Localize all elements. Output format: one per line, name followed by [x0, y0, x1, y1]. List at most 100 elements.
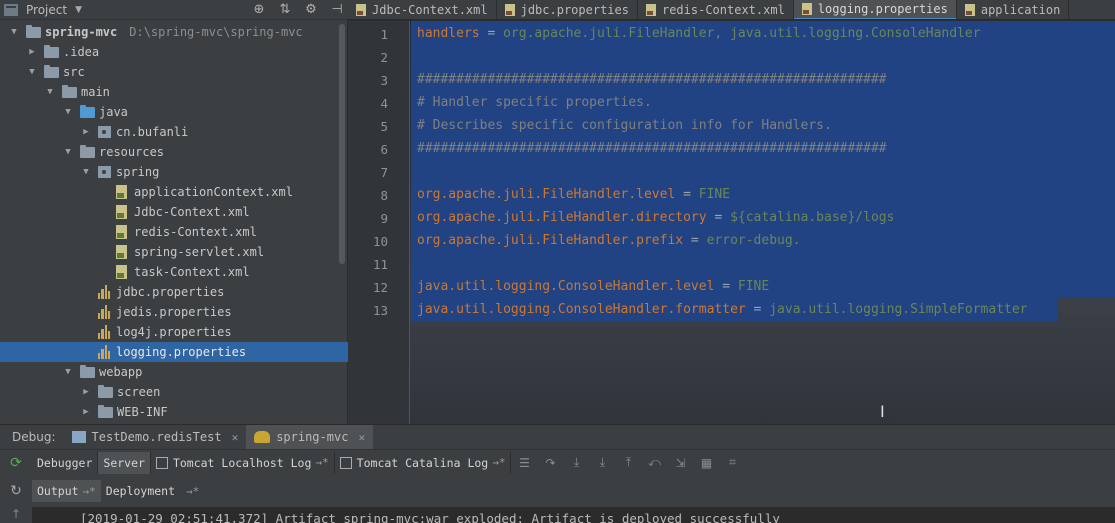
tree-item[interactable]: ▶applicationContext.xml [0, 182, 348, 202]
line-number: 4 [380, 96, 388, 111]
deployment-tab[interactable]: Deployment →* [101, 484, 204, 498]
icon-bar [98, 353, 101, 359]
icon-bar [107, 311, 110, 319]
tree-item-label: jdbc.properties [116, 285, 225, 299]
output-tab[interactable]: Output →* [32, 480, 101, 502]
tree-item-label: task-Context.xml [134, 265, 250, 279]
collapse-all-icon[interactable]: ⇅ [278, 3, 292, 17]
rerun-icon[interactable]: ⟳ [0, 455, 32, 471]
code-token-eq: = [745, 302, 770, 317]
scroll-from-source-icon[interactable]: ⊕ [252, 3, 266, 17]
console-output: [2019-01-29 02:51:41,372] Artifact sprin… [32, 507, 1115, 523]
code-line: org.apache.juli.FileHandler.prefix = err… [417, 233, 801, 248]
editor-tab[interactable]: application [957, 0, 1070, 19]
tree-item[interactable]: ▶jdbc.properties [0, 282, 348, 302]
xml-file-icon [116, 265, 127, 279]
deployment-tab-label: Deployment [105, 484, 176, 498]
expand-arrow-icon[interactable]: ▼ [44, 87, 56, 97]
code-token-val: error-debug. [706, 233, 801, 248]
expand-arrow-icon[interactable]: ▼ [26, 67, 38, 77]
project-tree-scrollbar[interactable] [339, 24, 345, 264]
tree-item[interactable]: ▶ cn.bufanli [0, 122, 348, 142]
tree-item[interactable]: ▶ WEB-INF [0, 402, 348, 422]
collapse-arrow-icon[interactable]: ▶ [80, 407, 92, 417]
code-token-key: org.apache.juli.FileHandler.level [417, 187, 676, 202]
editor-tab-label: jdbc.properties [520, 3, 629, 17]
hide-panel-icon[interactable]: ⊣ [330, 3, 344, 17]
debugger-tab[interactable]: Debugger [32, 451, 99, 474]
collapse-arrow-icon[interactable]: ▶ [26, 47, 38, 57]
refresh-icon[interactable]: ↻ [0, 483, 32, 499]
tree-item[interactable]: ▶ .idea [0, 42, 348, 62]
tree-item[interactable]: ▶task-Context.xml [0, 262, 348, 282]
code-line: # Describes specific configuration info … [417, 118, 832, 133]
menu-lines-icon[interactable]: ☰ [511, 456, 537, 470]
tree-item-label: screen [117, 385, 161, 399]
debug-session-tab[interactable]: spring-mvc ✕ [246, 425, 374, 449]
editor-tab-label: redis-Context.xml [661, 3, 785, 17]
collapse-arrow-icon[interactable]: ▶ [80, 387, 92, 397]
debug-session-tab-label: TestDemo.redisTest [91, 430, 222, 444]
log-file-icon [155, 456, 168, 469]
tree-item[interactable]: ▶ screen [0, 382, 348, 402]
expand-arrow-icon[interactable]: ▼ [62, 367, 74, 377]
editor-tab[interactable]: redis-Context.xml [638, 0, 794, 19]
tree-item[interactable]: ▼ main [0, 82, 348, 102]
tab-arrows: →* [185, 485, 200, 498]
tomcat-catalina-log-label: Tomcat Catalina Log [356, 455, 489, 470]
icon-bar [98, 313, 101, 319]
editor-tab[interactable]: jdbc.properties [497, 0, 638, 19]
tomcat-catalina-log-tab[interactable]: Tomcat Catalina Log →* [335, 451, 512, 474]
tree-item-label: jedis.properties [116, 305, 232, 319]
project-view-selector[interactable]: Project ▼ [0, 0, 82, 20]
tree-item[interactable]: ▼ resources [0, 142, 348, 162]
close-icon[interactable]: ✕ [358, 431, 365, 444]
debug-session-tab[interactable]: TestDemo.redisTest ✕ [64, 425, 247, 449]
trace-icon[interactable]: ⌗ [719, 455, 745, 470]
code-editor[interactable]: 1 2 3 4 5 6 7 8 9 10 11 12 13 I handlers = org.apach… [348, 21, 1115, 424]
scroll-up-icon[interactable]: ↑ [0, 507, 32, 523]
step-out-icon[interactable]: ⤒ [615, 455, 641, 470]
tree-item[interactable]: ▼ webapp [0, 362, 348, 382]
tree-item-label: cn.bufanli [116, 125, 189, 139]
expand-arrow-icon[interactable]: ▼ [62, 107, 74, 117]
tree-item[interactable]: ▼ spring-mvc D:\spring-mvc\spring-mvc [0, 22, 348, 42]
icon-bar [107, 291, 110, 299]
tree-item[interactable]: ▶logging.properties [0, 342, 348, 362]
tree-item[interactable]: ▶log4j.properties [0, 322, 348, 342]
step-into-icon[interactable]: ⤓ [563, 455, 589, 470]
expand-arrow-icon[interactable]: ▼ [62, 147, 74, 157]
tree-item[interactable]: ▶spring-servlet.xml [0, 242, 348, 262]
tree-item[interactable]: ▶redis-Context.xml [0, 222, 348, 242]
package-icon [98, 166, 111, 178]
editor-tab[interactable]: Jdbc-Context.xml [348, 0, 497, 19]
tree-item[interactable]: ▼ spring [0, 162, 348, 182]
gear-icon[interactable]: ⚙ [304, 3, 318, 17]
line-number: 7 [380, 165, 388, 180]
icon-bar [101, 309, 104, 319]
tomcat-localhost-log-tab[interactable]: Tomcat Localhost Log →* [151, 451, 335, 474]
resource-folder-icon [80, 144, 95, 158]
tree-item-label: applicationContext.xml [134, 185, 293, 199]
force-step-into-icon[interactable]: ⤓ [589, 455, 615, 470]
tree-item[interactable]: ▶jedis.properties [0, 302, 348, 322]
drop-frame-icon[interactable]: ⤺ [641, 455, 667, 470]
code-token-key: org.apache.juli.FileHandler.prefix [417, 233, 684, 248]
tree-item-label: .idea [63, 45, 100, 59]
step-over-icon[interactable]: ↷ [537, 456, 563, 470]
editor-tab[interactable]: logging.properties [793, 0, 957, 19]
server-tab[interactable]: Server [98, 451, 151, 474]
close-icon[interactable]: ✕ [232, 431, 239, 444]
run-to-cursor-icon[interactable]: ⇲ [667, 456, 693, 470]
collapse-arrow-icon[interactable]: ▶ [80, 127, 92, 137]
expand-arrow-icon[interactable]: ▼ [80, 167, 92, 177]
code-token-comment: # Handler specific properties. [417, 95, 652, 110]
code-line: ########################################… [417, 141, 887, 156]
evaluate-icon[interactable]: ▦ [693, 456, 719, 470]
tree-item[interactable]: ▶Jdbc-Context.xml [0, 202, 348, 222]
expand-arrow-icon[interactable]: ▼ [8, 27, 20, 37]
xml-file-icon [116, 225, 127, 239]
properties-file-icon [98, 305, 110, 319]
tree-item[interactable]: ▼ src [0, 62, 348, 82]
tree-item[interactable]: ▼ java [0, 102, 348, 122]
